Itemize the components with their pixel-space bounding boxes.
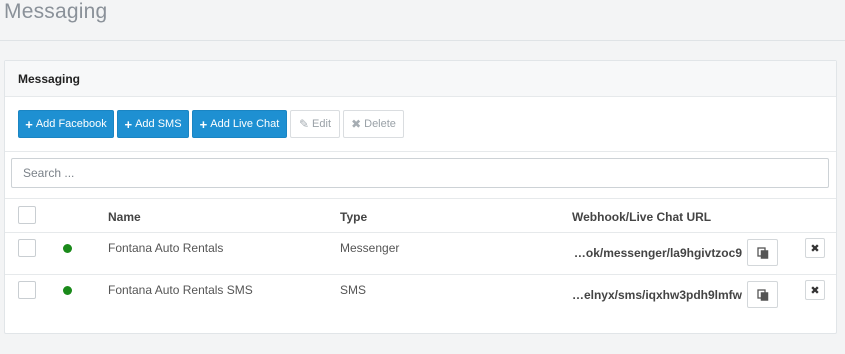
- close-icon: ✖: [810, 284, 820, 297]
- row-type: SMS: [340, 283, 367, 297]
- edit-button[interactable]: ✎ Edit: [290, 110, 340, 138]
- add-facebook-label: Add Facebook: [35, 118, 107, 130]
- divider: [5, 151, 836, 152]
- search-input[interactable]: [11, 158, 829, 188]
- remove-row-button[interactable]: ✖: [805, 280, 825, 300]
- select-all-checkbox[interactable]: [18, 206, 36, 224]
- copy-icon: [756, 246, 768, 259]
- messaging-panel: Messaging + Add Facebook + Add SMS + Add…: [4, 60, 837, 334]
- add-sms-label: Add SMS: [135, 118, 182, 130]
- edit-label: Edit: [312, 118, 332, 130]
- status-dot: [63, 286, 72, 295]
- row-name: Fontana Auto Rentals: [108, 241, 224, 255]
- table-row[interactable]: Fontana Auto Rentals SMS SMS …elnyx/sms/…: [5, 275, 836, 317]
- row-type: Messenger: [340, 241, 400, 255]
- status-dot: [63, 244, 72, 253]
- row-url: …elnyx/sms/iqxhw3pdh9lmfw: [571, 288, 742, 302]
- delete-label: Delete: [364, 118, 396, 130]
- page-header: Messaging: [0, 0, 845, 41]
- column-header-url[interactable]: Webhook/Live Chat URL: [572, 210, 711, 224]
- column-header-type[interactable]: Type: [340, 210, 367, 224]
- page-title: Messaging: [4, 0, 108, 23]
- plus-icon: +: [199, 116, 208, 132]
- copy-url-button[interactable]: [747, 239, 778, 266]
- row-checkbox[interactable]: [18, 239, 36, 257]
- copy-icon: [756, 288, 768, 301]
- row-checkbox[interactable]: [18, 281, 36, 299]
- table-header-row: Name Type Webhook/Live Chat URL: [5, 198, 836, 233]
- panel-title: Messaging: [18, 72, 81, 86]
- table-row[interactable]: Fontana Auto Rentals Messenger …ok/messe…: [5, 233, 836, 275]
- column-header-name[interactable]: Name: [108, 210, 141, 224]
- panel-heading: Messaging: [5, 61, 836, 97]
- row-url: …ok/messenger/la9hgivtzoc9: [573, 246, 742, 260]
- plus-icon: +: [25, 116, 33, 132]
- plus-icon: +: [124, 116, 133, 132]
- pencil-icon: ✎: [298, 117, 310, 131]
- remove-row-button[interactable]: ✖: [805, 238, 825, 258]
- add-live-chat-label: Add Live Chat: [210, 118, 280, 130]
- delete-button[interactable]: ✖ Delete: [343, 110, 404, 138]
- x-icon: ✖: [351, 117, 362, 131]
- add-sms-button[interactable]: + Add SMS: [117, 110, 189, 138]
- add-facebook-button[interactable]: + Add Facebook: [18, 110, 114, 138]
- copy-url-button[interactable]: [747, 281, 778, 308]
- add-live-chat-button[interactable]: + Add Live Chat: [192, 110, 287, 138]
- row-name: Fontana Auto Rentals SMS: [108, 283, 253, 297]
- close-icon: ✖: [810, 242, 820, 255]
